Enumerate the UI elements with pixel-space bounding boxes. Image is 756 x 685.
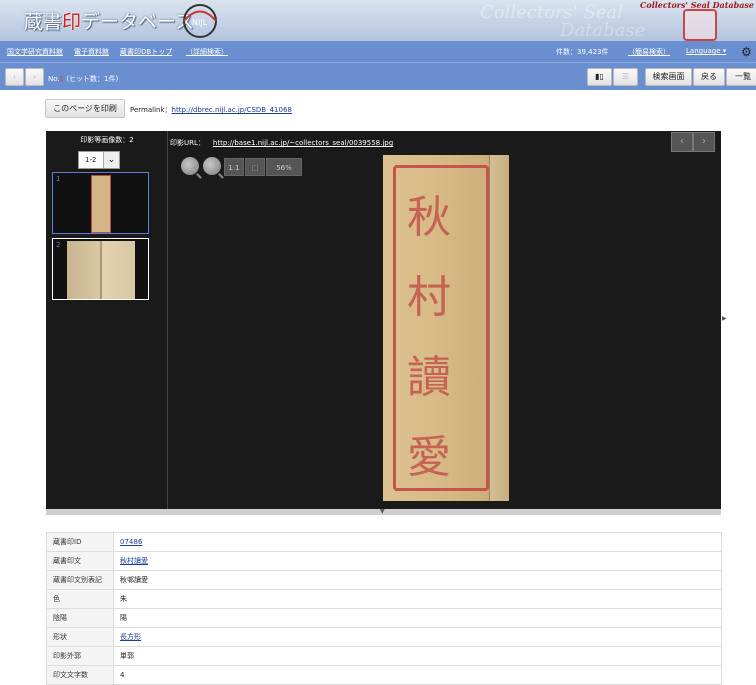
layout-list-button[interactable]: ☰ — [613, 68, 638, 86]
info-value: 秋村讀愛 — [113, 551, 722, 571]
info-value-link[interactable]: 秋村讀愛 — [120, 557, 148, 565]
thumbnail-seal-image — [91, 175, 111, 233]
info-row: 形状 長方形 — [46, 627, 722, 647]
image-url-label: 印影URL： — [170, 139, 205, 147]
info-row: 蔵書印文別表記 秋邨讀愛 — [46, 570, 722, 590]
page-range-value: 1-2 — [85, 156, 97, 164]
info-row: 蔵書印ID 07486 — [46, 532, 722, 552]
seal-char: 村 — [407, 272, 451, 323]
chevron-down-icon[interactable]: ⌄ — [103, 152, 119, 168]
thumbnail-panel: 印影等画像数：2 1-2 ⌄ 1 2 — [46, 131, 168, 509]
info-key: 印影外郭 — [46, 646, 114, 666]
zoom-out-icon[interactable] — [203, 157, 221, 175]
permalink-url[interactable]: http://dbrec.nijl.ac.jp/CSDB_41068 — [172, 106, 292, 114]
seal-logo-icon — [683, 9, 717, 41]
info-row: 印影外郭 単郭 — [46, 646, 722, 666]
back-button[interactable]: 戻る — [693, 68, 725, 86]
site-header: Collectors' Seal Database 蔵書印データベース NIJL… — [0, 0, 756, 41]
gear-icon[interactable]: ⚙ — [741, 45, 752, 59]
info-value: 秋邨讀愛 — [113, 570, 722, 590]
info-value: 単郭 — [113, 646, 722, 666]
info-key: 形状 — [46, 627, 114, 647]
nijl-logo-text: NIJL — [192, 18, 208, 27]
seal-info-table: 蔵書印ID 07486 蔵書印文 秋村讀愛 蔵書印文別表記 秋邨讀愛色朱陰陽陽形状 長方形印… — [46, 532, 722, 685]
permalink: Permalink：http://dbrec.nijl.ac.jp/CSDB_4… — [130, 105, 292, 115]
page-range-select[interactable]: 1-2 ⌄ — [78, 151, 120, 169]
thumbnail-2[interactable]: 2 — [52, 238, 149, 300]
info-row: 印文文字数 4 — [46, 665, 722, 685]
image-nav: ‹ › — [671, 132, 715, 152]
thumbnail-number: 2 — [56, 241, 61, 249]
nav-link-nijl[interactable]: 国文学研究資料館 — [7, 47, 63, 57]
record-no-label: No. — [48, 75, 60, 83]
list-button[interactable]: 一覧 — [726, 68, 756, 86]
print-page-button[interactable]: このページを印刷 — [45, 99, 125, 118]
seal-image[interactable]: 秋 村 讀 愛 — [383, 155, 509, 501]
seal-char: 愛 — [407, 432, 451, 483]
site-title-red: 印 — [62, 11, 82, 33]
result-toolbar: ‹ › No.1 (ヒット数：1件) ▮▯ ☰ 検索画面 戻る 一覧 — [0, 62, 756, 90]
permalink-label: Permalink： — [130, 106, 172, 114]
fit-screen-icon[interactable]: ⬚ — [245, 158, 265, 176]
hit-info: No.1 (ヒット数：1件) — [48, 74, 118, 84]
zoom-percent: 56% — [266, 158, 302, 176]
info-value: 朱 — [113, 589, 722, 609]
nav-link-simple-search[interactable]: （簡易検索） — [628, 47, 670, 57]
header-bg-text-2: Database — [560, 20, 646, 41]
info-value: 07486 — [113, 532, 722, 552]
image-url-link[interactable]: http://base1.nijl.ac.jp/~collectors_seal… — [213, 139, 393, 147]
seal-char: 秋 — [407, 192, 451, 243]
info-key: 色 — [46, 589, 114, 609]
nijl-logo[interactable]: NIJL — [176, 2, 224, 40]
thumbnail-count: 印影等画像数：2 — [80, 136, 134, 144]
info-value: 4 — [113, 665, 722, 685]
zoom-1to1-button[interactable]: 1:1 — [224, 158, 244, 176]
image-url-row: 印影URL： http://base1.nijl.ac.jp/~collector… — [170, 138, 393, 148]
top-nav: 国文学研究資料館 電子資料館 蔵書印DBトップ （詳細検索） 件数：39,423… — [0, 41, 756, 62]
nav-link-digital-archive[interactable]: 電子資料館 — [74, 47, 109, 57]
search-screen-button[interactable]: 検索画面 — [645, 68, 692, 86]
nav-link-db-top[interactable]: 蔵書印DBトップ — [120, 47, 172, 57]
next-record-button[interactable]: › — [25, 68, 44, 86]
info-row: 蔵書印文 秋村讀愛 — [46, 551, 722, 571]
site-title[interactable]: 蔵書印データベース — [24, 7, 194, 34]
record-count: 件数：39,423件 — [556, 48, 609, 56]
triangle-right-icon[interactable]: ▶ — [722, 315, 727, 322]
next-image-button[interactable]: › — [693, 132, 715, 152]
info-row: 色朱 — [46, 589, 722, 609]
hit-count: (ヒット数：1件) — [64, 75, 119, 83]
info-row: 陰陽陽 — [46, 608, 722, 628]
layout-split-button[interactable]: ▮▯ — [587, 68, 612, 86]
info-value-link[interactable]: 長方形 — [120, 633, 141, 641]
nav-link-detail-search[interactable]: （詳細検索） — [186, 47, 228, 57]
zoom-in-icon[interactable] — [181, 157, 199, 175]
info-key: 印文文字数 — [46, 665, 114, 685]
seal-char: 讀 — [407, 352, 451, 403]
info-key: 蔵書印文別表記 — [46, 570, 114, 590]
site-title-prefix: 蔵書 — [24, 11, 63, 33]
language-menu[interactable]: Language ▾ — [686, 47, 726, 55]
info-value: 陽 — [113, 608, 722, 628]
info-key: 蔵書印ID — [46, 532, 114, 552]
info-value-link[interactable]: 07486 — [120, 538, 142, 546]
info-key: 陰陽 — [46, 608, 114, 628]
thumbnail-1[interactable]: 1 — [52, 172, 149, 234]
prev-record-button[interactable]: ‹ — [5, 68, 24, 86]
thumbnail-number: 1 — [56, 175, 61, 183]
triangle-down-icon[interactable]: ▼ — [380, 508, 385, 515]
prev-image-button[interactable]: ‹ — [671, 132, 693, 152]
image-viewer: 印影等画像数：2 1-2 ⌄ 1 2 印影URL： http://base1.ni… — [46, 131, 721, 509]
thumbnail-page-image — [67, 241, 135, 299]
info-key: 蔵書印文 — [46, 551, 114, 571]
paper-edge — [489, 155, 509, 501]
info-value: 長方形 — [113, 627, 722, 647]
